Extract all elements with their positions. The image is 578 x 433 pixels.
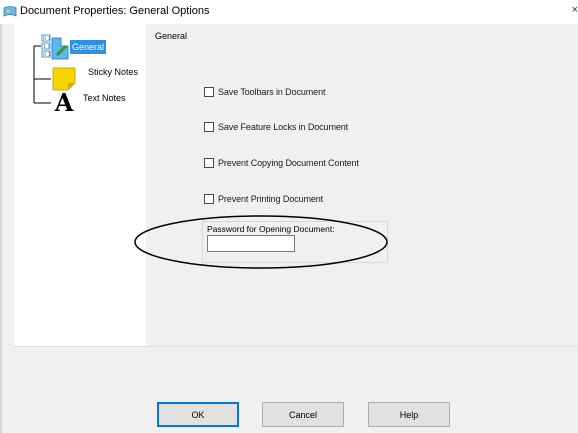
window-border	[0, 24, 2, 433]
highlight-ellipse	[134, 215, 388, 269]
tree-item-label: General	[70, 40, 107, 54]
prevent-printing-checkbox[interactable]	[204, 194, 214, 204]
general-options-icon: 0 1 1 0 0 1	[41, 34, 69, 60]
svg-text:0 1: 0 1	[43, 36, 51, 42]
window-title: Document Properties: General Options	[20, 5, 210, 17]
checkbox-label: Save Toolbars in Document	[218, 87, 326, 97]
ok-button[interactable]: OK	[157, 402, 239, 427]
title-bar: Document Properties: General Options ×	[0, 0, 578, 24]
close-icon[interactable]: ×	[572, 4, 578, 16]
tree-item-label: Text Notes	[83, 93, 126, 103]
tree-item-text-notes[interactable]: A Text Notes	[51, 90, 126, 116]
save-toolbars-option[interactable]: Save Toolbars in Document	[204, 87, 326, 97]
tree-item-general[interactable]: 0 1 1 0 0 1 General	[41, 34, 107, 60]
checkbox-label: Prevent Copying Document Content	[218, 158, 359, 168]
save-feature-locks-option[interactable]: Save Feature Locks in Document	[204, 122, 348, 132]
prevent-copying-checkbox[interactable]	[204, 158, 214, 168]
checkbox-label: Save Feature Locks in Document	[218, 122, 349, 132]
help-button[interactable]: Help	[368, 402, 450, 427]
cancel-button[interactable]: Cancel	[262, 402, 344, 427]
prevent-copying-option[interactable]: Prevent Copying Document Content	[204, 158, 359, 168]
tree-item-label: Sticky Notes	[88, 67, 139, 77]
text-note-icon: A	[54, 88, 74, 117]
svg-text:1 0: 1 0	[43, 44, 51, 50]
save-toolbars-checkbox[interactable]	[204, 87, 214, 97]
save-feature-locks-checkbox[interactable]	[204, 122, 214, 132]
category-tree: 0 1 1 0 0 1 General Sticky Notes A Text …	[14, 24, 146, 346]
content-divider	[14, 346, 578, 347]
checkbox-label: Prevent Printing Document	[218, 194, 324, 204]
general-group-label: General	[155, 31, 188, 41]
prevent-printing-option[interactable]: Prevent Printing Document	[204, 194, 323, 204]
app-icon	[3, 6, 17, 17]
svg-text:0 1: 0 1	[43, 52, 51, 58]
